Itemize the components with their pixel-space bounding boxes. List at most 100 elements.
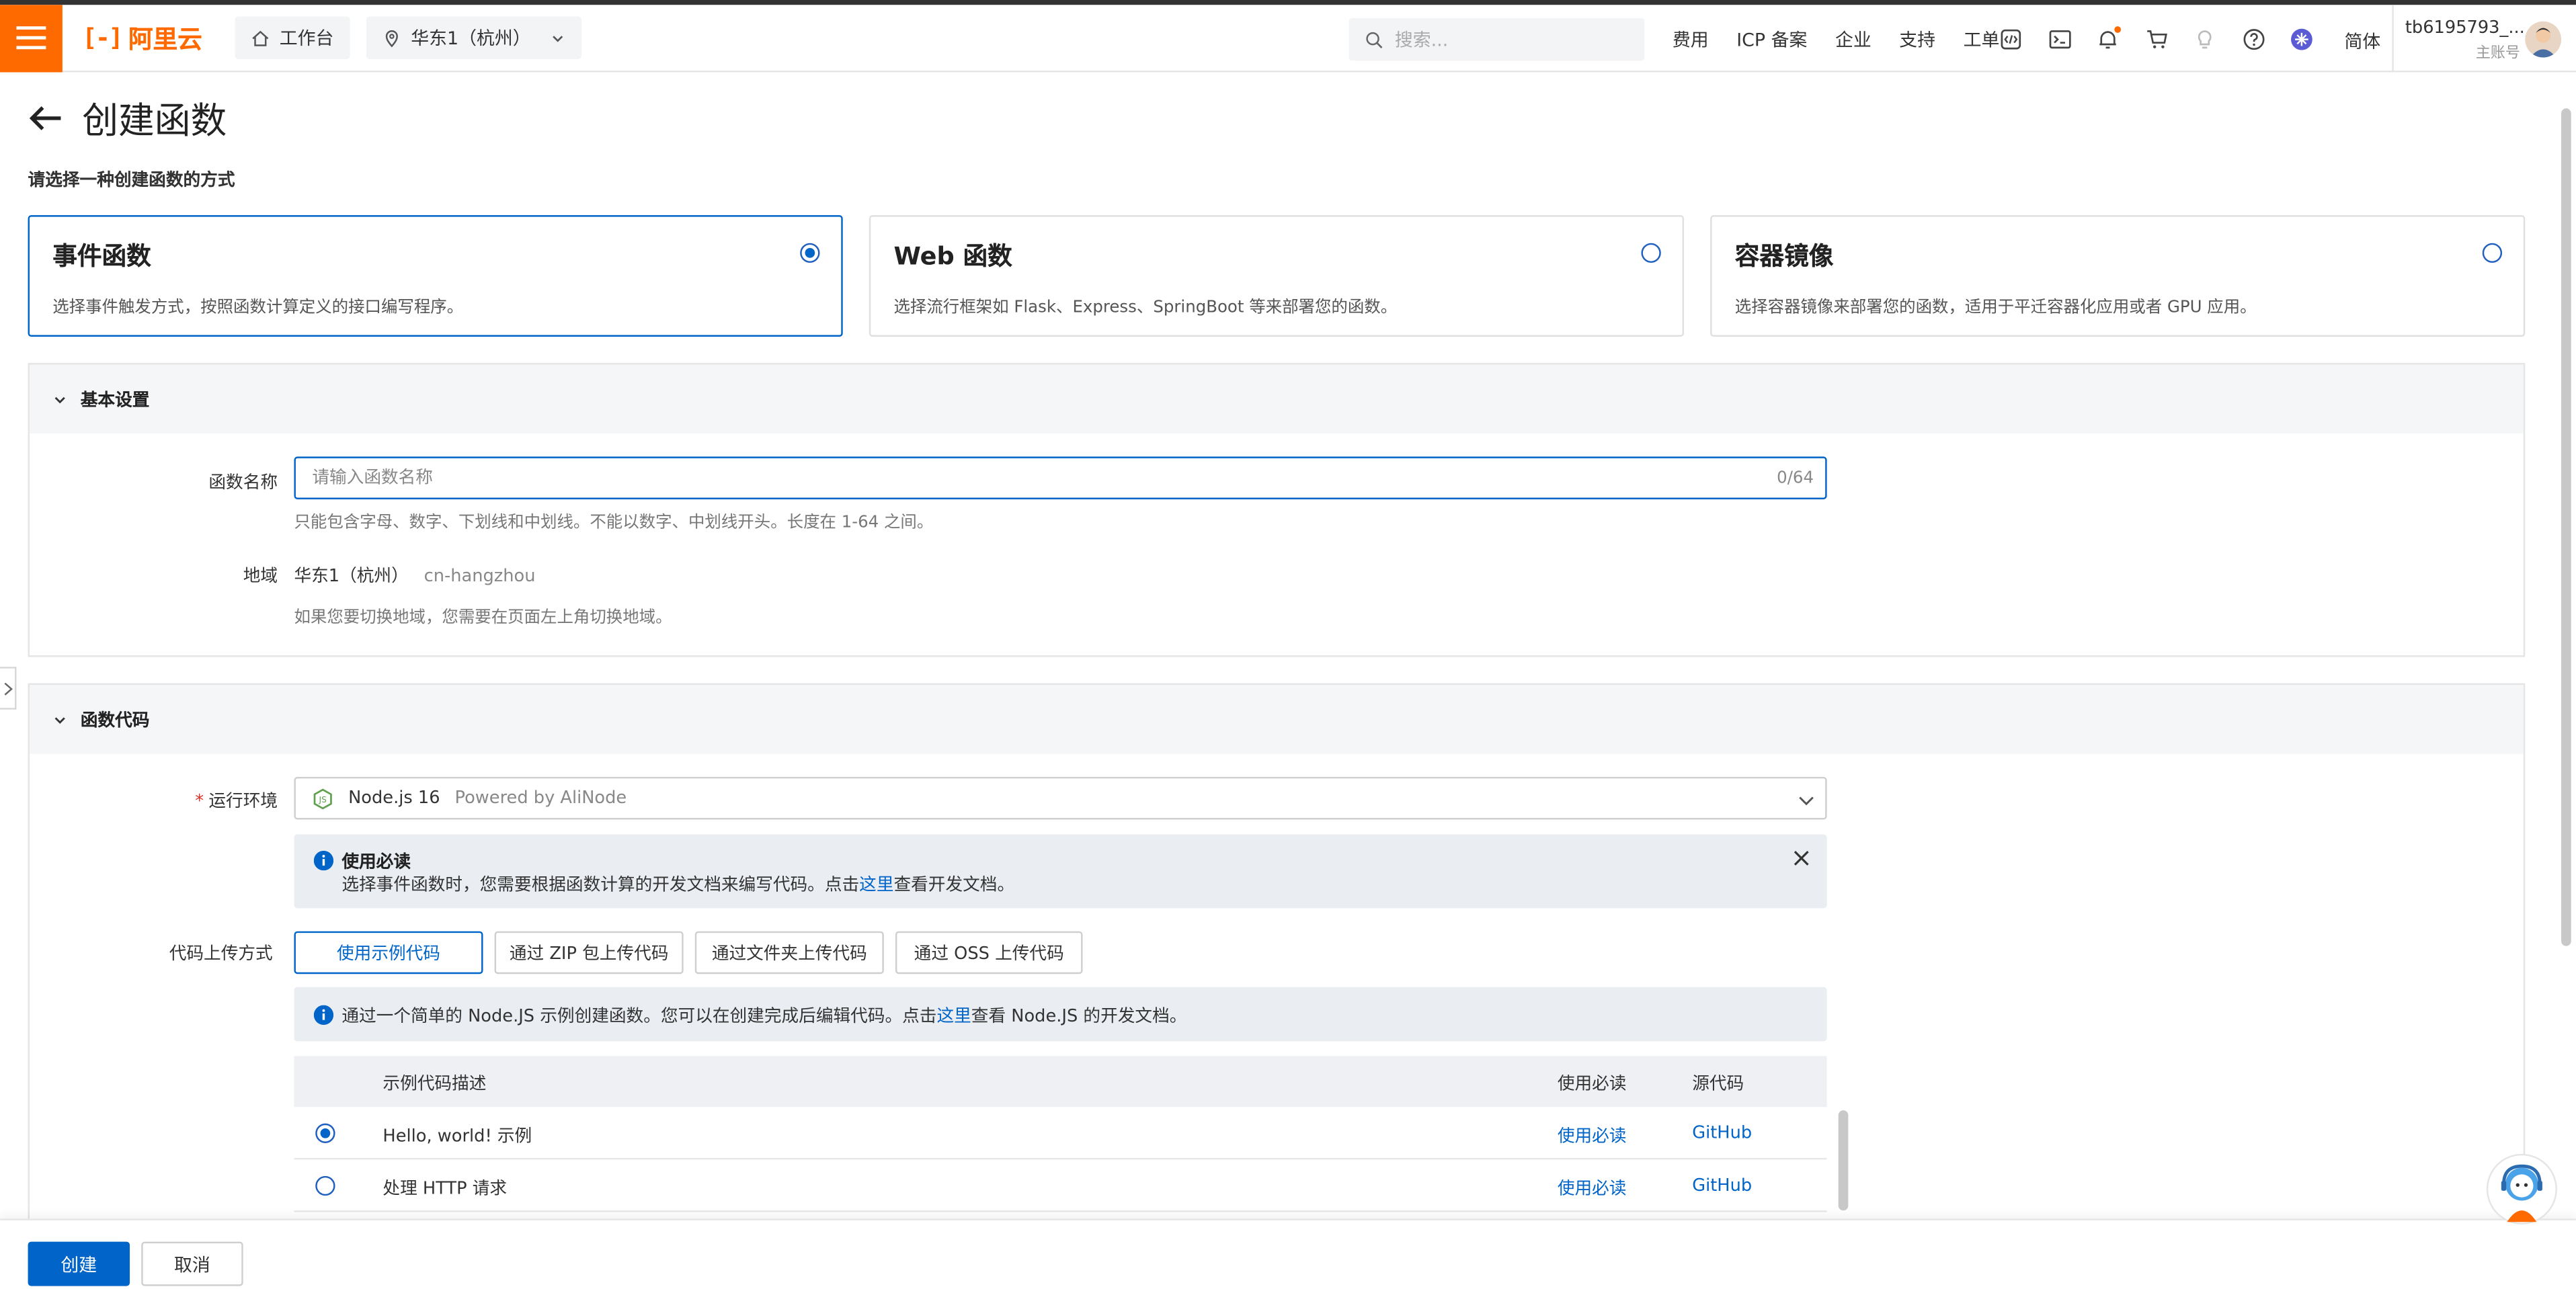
row-radio[interactable]	[315, 1123, 335, 1143]
required-mark: *	[195, 791, 204, 812]
nav-link-billing[interactable]: 费用	[1673, 26, 1709, 52]
nodejs-icon: JS	[313, 788, 332, 809]
cancel-button[interactable]: 取消	[141, 1241, 243, 1286]
upload-tab-zip[interactable]: 通过 ZIP 包上传代码	[494, 931, 684, 974]
info-icon	[313, 1005, 334, 1025]
console-page: [-] 阿里云 工作台 华东1（杭州） 费用 ICP 备案 企业 支持 工单	[0, 0, 2576, 1289]
notice-text-pre: 选择事件函数时，您需要根据函数计算的开发文档来编写代码。点击	[341, 875, 860, 895]
top-navigation-bar: [-] 阿里云 工作台 华东1（杭州） 费用 ICP 备案 企业 支持 工单	[0, 4, 2576, 73]
row-github-link[interactable]: GitHub	[1692, 1176, 1752, 1196]
card-desc: 选择容器镜像来部署您的函数，适用于平迁容器化应用或者 GPU 应用。	[1734, 298, 2257, 317]
function-type-cards: 事件函数 选择事件触发方式，按照函数计算定义的接口编写程序。 Web 函数 选择…	[28, 215, 2526, 337]
page-scrollbar[interactable]	[2561, 108, 2571, 946]
section-title: 基本设置	[80, 390, 150, 410]
search-box[interactable]	[1349, 17, 1645, 61]
nav-link-icp[interactable]: ICP 备案	[1736, 26, 1807, 52]
page-title: 创建函数	[82, 101, 227, 143]
card-radio[interactable]	[800, 243, 820, 263]
code-icon[interactable]	[1998, 26, 2024, 52]
customer-service-icon[interactable]	[2481, 1153, 2563, 1229]
region-value-row: 华东1（杭州） cn-hangzhou	[294, 563, 535, 588]
card-event-function[interactable]: 事件函数 选择事件触发方式，按照函数计算定义的接口编写程序。	[28, 215, 843, 337]
create-button[interactable]: 创建	[28, 1241, 130, 1286]
region-help: 如果您要切换地域，您需要在页面左上角切换地域。	[294, 609, 672, 628]
table-row[interactable]: Hello, world! 示例 使用必读 GitHub	[294, 1107, 1827, 1160]
sample-info-post: 查看 Node.JS 的开发文档。	[971, 1007, 1187, 1027]
function-name-field[interactable]: 0/64	[294, 456, 1827, 499]
runtime-value: Node.js 16	[348, 788, 440, 808]
card-radio[interactable]	[2482, 243, 2503, 263]
region-selector[interactable]: 华东1（杭州）	[366, 16, 582, 59]
workbench-button[interactable]: 工作台	[235, 16, 350, 59]
nav-link-ticket[interactable]: 工单	[1964, 26, 2000, 52]
top-icons	[1998, 5, 2337, 72]
upload-tab-sample[interactable]: 使用示例代码	[294, 931, 483, 974]
bell-icon[interactable]	[2095, 25, 2122, 52]
ai-assistant-icon[interactable]	[2288, 26, 2315, 52]
card-title: Web 函数	[893, 241, 1012, 272]
terminal-icon[interactable]	[2046, 26, 2072, 52]
card-web-function[interactable]: Web 函数 选择流行框架如 Flask、Express、SpringBoot …	[869, 215, 1684, 337]
chevron-down-icon	[54, 716, 65, 723]
function-code-header[interactable]: 函数代码	[29, 685, 2524, 754]
basic-settings-section: 基本设置 函数名称 0/64 只能包含字母、数字、下划线和中划线。不能以数字、中…	[28, 363, 2526, 657]
sample-info-link[interactable]: 这里	[936, 1007, 971, 1026]
region-label: 地域	[243, 567, 278, 587]
card-radio[interactable]	[1641, 243, 1661, 263]
back-arrow-icon[interactable]	[28, 103, 65, 133]
col-source: 源代码	[1692, 1074, 1744, 1094]
location-icon	[386, 29, 399, 47]
card-desc: 选择事件触发方式，按照函数计算定义的接口编写程序。	[52, 298, 464, 317]
row-github-link[interactable]: GitHub	[1692, 1124, 1752, 1143]
usage-notice: 使用必读 选择事件函数时，您需要根据函数计算的开发文档来编写代码。点击这里查看开…	[294, 834, 1827, 909]
runtime-label-text: 运行环境	[208, 791, 278, 812]
logo-text: 阿里云	[128, 24, 202, 54]
runtime-select[interactable]: JS Node.js 16 Powered by AliNode	[294, 776, 1827, 820]
notice-text-post: 查看开发文档。	[893, 875, 1015, 895]
card-container-image[interactable]: 容器镜像 选择容器镜像来部署您的函数，适用于平迁容器化应用或者 GPU 应用。	[1710, 215, 2526, 337]
language-switch[interactable]: 简体	[2344, 28, 2380, 54]
aliyun-logo[interactable]: [-] 阿里云	[82, 21, 202, 55]
table-header: 示例代码描述 使用必读 源代码	[294, 1056, 1827, 1108]
top-links: 费用 ICP 备案 企业 支持 工单	[1673, 5, 2027, 72]
region-value: 华东1（杭州）	[294, 567, 409, 587]
avatar[interactable]	[2525, 21, 2562, 58]
create-method-hint: 请选择一种创建函数的方式	[28, 171, 235, 191]
account-info[interactable]: tb6195793_... 主账号	[2405, 18, 2525, 63]
table-row[interactable]: 处理 HTTP 请求 使用必读 GitHub	[294, 1159, 1827, 1212]
sample-info: 通过一个简单的 Node.JS 示例创建函数。您可以在创建完成后编辑代码。点击这…	[294, 987, 1827, 1042]
notification-dot	[2114, 25, 2122, 32]
upload-method-label: 代码上传方式	[169, 944, 273, 964]
nav-link-support[interactable]: 支持	[1899, 26, 1935, 52]
workbench-label: 工作台	[279, 28, 334, 50]
svg-text:JS: JS	[319, 794, 327, 804]
menu-icon[interactable]	[0, 4, 63, 72]
runtime-sub: Powered by AliNode	[454, 788, 627, 808]
basic-settings-header[interactable]: 基本设置	[29, 364, 2524, 434]
help-icon[interactable]	[2240, 26, 2266, 52]
col-readme: 使用必读	[1557, 1074, 1627, 1094]
row-radio[interactable]	[315, 1175, 335, 1196]
notice-link[interactable]: 这里	[859, 876, 893, 895]
row-readme-link[interactable]: 使用必读	[1558, 1176, 1627, 1201]
function-name-input[interactable]	[312, 468, 1777, 488]
nav-link-enterprise[interactable]: 企业	[1835, 26, 1871, 52]
search-input[interactable]	[1394, 28, 1609, 50]
topbar-divider	[2392, 5, 2394, 73]
chevron-right-icon	[3, 681, 12, 695]
char-counter: 0/64	[1777, 468, 1814, 487]
upload-tab-folder[interactable]: 通过文件夹上传代码	[694, 931, 884, 974]
section-title: 函数代码	[80, 710, 150, 731]
account-role: 主账号	[2475, 46, 2520, 63]
cart-icon[interactable]	[2143, 26, 2169, 52]
upload-tab-oss[interactable]: 通过 OSS 上传代码	[895, 931, 1083, 974]
close-icon[interactable]	[1792, 849, 1810, 867]
lightbulb-icon[interactable]	[2191, 26, 2218, 52]
notice-title: 使用必读	[341, 852, 411, 872]
info-icon	[313, 850, 334, 871]
region-label: 华东1（杭州）	[411, 28, 531, 50]
table-scrollbar[interactable]	[1838, 1110, 1849, 1211]
sample-info-text: 通过一个简单的 Node.JS 示例创建函数。您可以在创建完成后编辑代码。点击这…	[341, 1003, 1186, 1028]
sidebar-toggle[interactable]	[0, 667, 17, 710]
row-readme-link[interactable]: 使用必读	[1558, 1124, 1627, 1149]
